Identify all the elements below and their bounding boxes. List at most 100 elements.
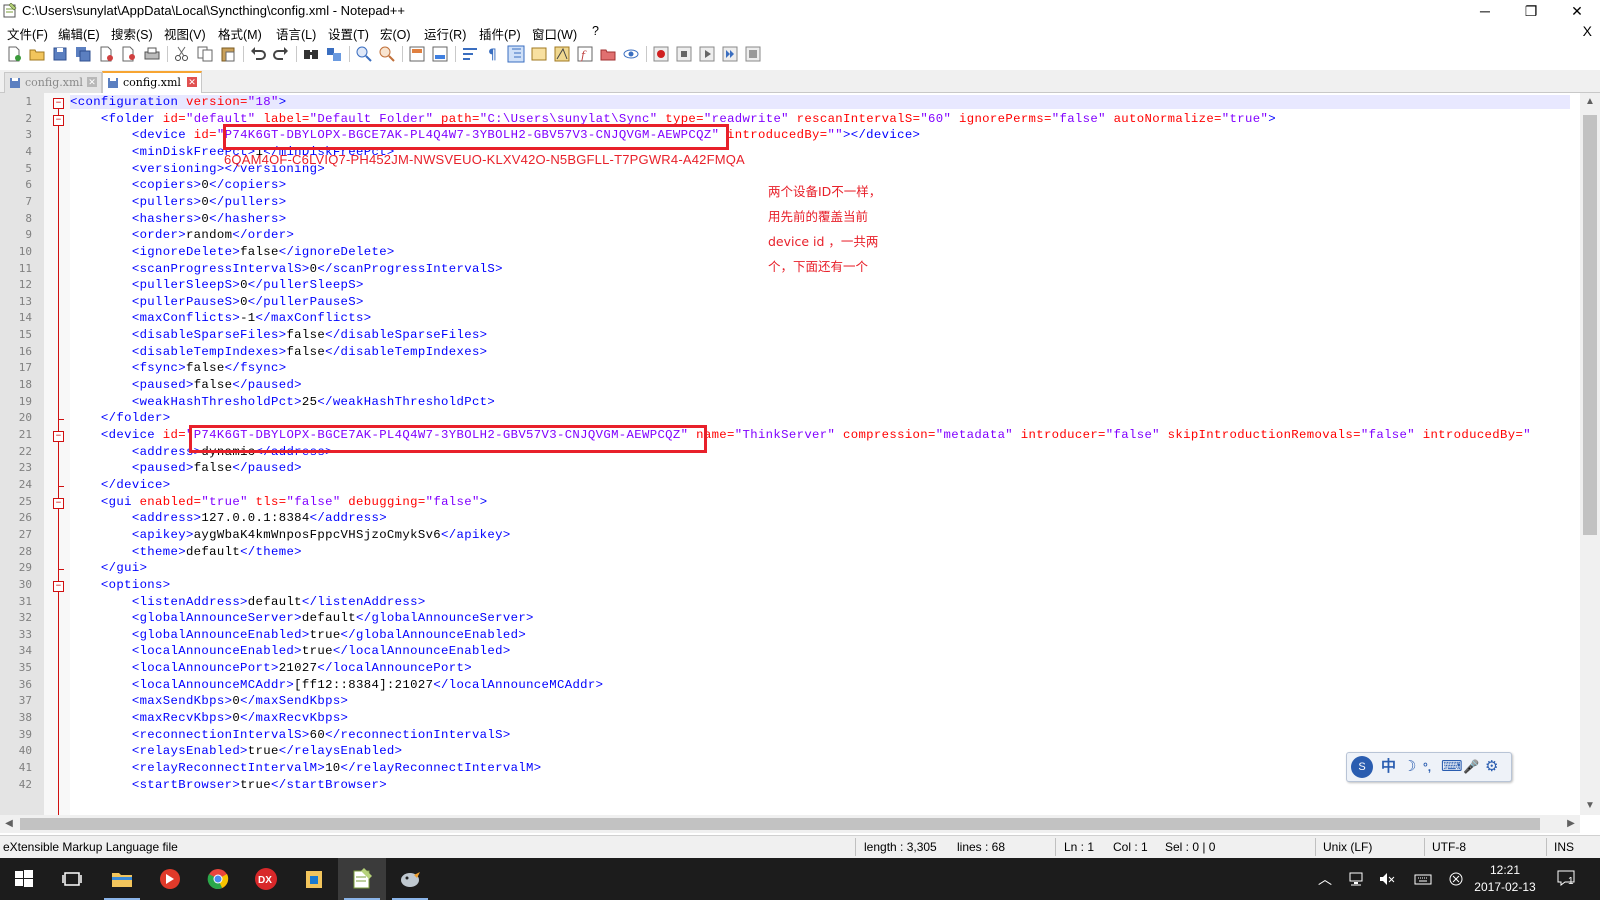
play-macro-icon[interactable] (698, 45, 716, 63)
code-line[interactable]: </folder> (70, 411, 171, 425)
save-macro-icon[interactable] (744, 45, 762, 63)
tab-config-xml-2[interactable]: config.xml ✕ (102, 71, 202, 93)
fold-margin[interactable] (44, 93, 70, 815)
app-red-taskbar-button[interactable] (146, 858, 194, 900)
undo-icon[interactable] (249, 45, 267, 63)
zoom-out-icon[interactable] (378, 45, 396, 63)
function-list-icon[interactable]: f (576, 45, 594, 63)
monitoring-icon[interactable] (622, 45, 640, 63)
status-insert-mode[interactable]: INS (1554, 840, 1574, 854)
replace-icon[interactable] (325, 45, 343, 63)
code-line[interactable]: <localAnnouncePort>21027</localAnnounceP… (70, 661, 472, 675)
word-wrap-icon[interactable] (461, 45, 479, 63)
ime-punctuation-icon[interactable]: °, (1423, 757, 1431, 777)
vertical-scrollbar[interactable]: ▲ ▼ (1580, 93, 1600, 815)
scroll-right-icon[interactable]: ▶ (1562, 815, 1580, 833)
menu-run[interactable]: 运行(R) (424, 24, 466, 43)
code-line[interactable]: <pullerSleepS>0</pullerSleepS> (70, 278, 364, 292)
vertical-scroll-thumb[interactable] (1583, 115, 1597, 535)
horizontal-scroll-thumb[interactable] (20, 818, 1540, 830)
close-file-icon[interactable] (97, 45, 115, 63)
code-line[interactable]: <globalAnnounceServer>default</globalAnn… (70, 611, 534, 625)
fold-collapse-icon[interactable]: − (53, 431, 64, 442)
menu-plugins[interactable]: 插件(P) (479, 24, 521, 43)
close-document-button[interactable]: X (1583, 23, 1592, 39)
fold-collapse-icon[interactable]: − (53, 497, 64, 509)
code-line[interactable]: <relaysEnabled>true</relaysEnabled> (70, 744, 402, 758)
code-line[interactable]: <order>random</order> (70, 228, 294, 242)
volume-muted-icon[interactable] (1378, 870, 1396, 888)
tab-close-icon[interactable]: ✕ (87, 77, 97, 87)
ime-settings-icon[interactable]: ⚙ (1485, 757, 1498, 777)
menu-edit[interactable]: 编辑(E) (58, 24, 100, 43)
doc-map-icon[interactable] (553, 45, 571, 63)
menu-settings[interactable]: 设置(T) (328, 24, 369, 43)
save-icon[interactable] (51, 45, 69, 63)
dx-app-taskbar-button[interactable]: DX (242, 858, 290, 900)
stop-macro-icon[interactable] (675, 45, 693, 63)
fold-collapse-icon[interactable]: − (53, 114, 64, 126)
code-line[interactable]: <startBrowser>true</startBrowser> (70, 778, 387, 792)
scroll-down-icon[interactable]: ▼ (1580, 797, 1600, 815)
new-file-icon[interactable] (5, 45, 23, 63)
zoom-in-icon[interactable] (355, 45, 373, 63)
chrome-taskbar-button[interactable] (194, 858, 242, 900)
ime-microphone-icon[interactable]: 🎤 (1463, 757, 1479, 777)
code-line[interactable]: <weakHashThresholdPct>25</weakHashThresh… (70, 395, 495, 409)
status-encoding[interactable]: UTF-8 (1432, 840, 1466, 854)
code-line[interactable]: <globalAnnounceEnabled>true</globalAnnou… (70, 628, 526, 642)
code-line[interactable]: <address>127.0.0.1:8384</address> (70, 511, 387, 525)
close-button[interactable]: ✕ (1554, 0, 1600, 22)
redo-icon[interactable] (272, 45, 290, 63)
indent-guide-icon[interactable] (507, 45, 525, 63)
code-line[interactable]: <localAnnounceEnabled>true</localAnnounc… (70, 644, 511, 658)
find-icon[interactable] (302, 45, 320, 63)
menu-help[interactable]: ? (592, 24, 599, 38)
fold-collapse-icon[interactable]: − (53, 98, 64, 109)
notepad-plus-plus-taskbar-button[interactable] (338, 858, 386, 900)
menu-window[interactable]: 窗口(W) (532, 24, 577, 43)
code-line[interactable]: <maxRecvKbps>0</maxRecvKbps> (70, 711, 348, 725)
copy-icon[interactable] (196, 45, 214, 63)
code-line[interactable]: <paused>false</paused> (70, 378, 302, 392)
save-all-icon[interactable] (74, 45, 92, 63)
code-line[interactable]: <maxSendKbps>0</maxSendKbps> (70, 694, 348, 708)
sync-horizontal-icon[interactable] (431, 45, 449, 63)
code-line[interactable]: <pullers>0</pullers> (70, 195, 286, 209)
code-line[interactable]: </gui> (70, 561, 147, 575)
menu-format[interactable]: 格式(M) (218, 24, 262, 43)
cut-icon[interactable] (173, 45, 191, 63)
code-line[interactable]: <relayReconnectIntervalM>10</relayReconn… (70, 761, 542, 775)
tab-close-icon[interactable]: ✕ (187, 77, 197, 87)
fold-collapse-icon[interactable]: − (53, 580, 64, 592)
code-line[interactable]: <gui enabled="true" tls="false" debuggin… (70, 495, 487, 509)
language-icon[interactable] (530, 45, 548, 63)
task-view-button[interactable] (48, 858, 96, 900)
scroll-up-icon[interactable]: ▲ (1580, 93, 1600, 111)
store-taskbar-button[interactable] (290, 858, 338, 900)
code-line[interactable]: <reconnectionIntervalS>60</reconnectionI… (70, 728, 511, 742)
code-line[interactable]: <scanProgressIntervalS>0</scanProgressIn… (70, 262, 503, 276)
show-all-characters-icon[interactable]: ¶ (484, 45, 502, 63)
code-line[interactable]: <listenAddress>default</listenAddress> (70, 595, 426, 609)
tab-config-xml-1[interactable]: config.xml ✕ (4, 72, 102, 93)
code-line[interactable]: <disableTempIndexes>false</disableTempIn… (70, 345, 487, 359)
chat-app-taskbar-button[interactable] (386, 858, 434, 900)
code-line[interactable]: <hashers>0</hashers> (70, 212, 286, 226)
code-line[interactable]: <maxConflicts>-1</maxConflicts> (70, 311, 371, 325)
code-line[interactable]: </device> (70, 478, 171, 492)
ime-status-icon[interactable] (1447, 870, 1465, 888)
code-line[interactable]: <options> (70, 578, 171, 592)
print-icon[interactable] (143, 45, 161, 63)
open-file-icon[interactable] (28, 45, 46, 63)
file-explorer-taskbar-button[interactable] (98, 858, 146, 900)
ime-logo-icon[interactable]: S (1351, 756, 1373, 778)
code-line[interactable]: <ignoreDelete>false</ignoreDelete> (70, 245, 395, 259)
menu-macro[interactable]: 宏(O) (380, 24, 411, 43)
code-line[interactable]: <apikey>aygWbaK4kmWnposFppcVHSjzoCmykSv6… (70, 528, 511, 542)
start-button[interactable] (0, 858, 48, 900)
action-center-button[interactable]: 1 (1556, 868, 1580, 890)
minimize-button[interactable]: ─ (1462, 0, 1508, 22)
menu-language[interactable]: 语言(L) (276, 24, 316, 43)
folder-workspace-icon[interactable] (599, 45, 617, 63)
